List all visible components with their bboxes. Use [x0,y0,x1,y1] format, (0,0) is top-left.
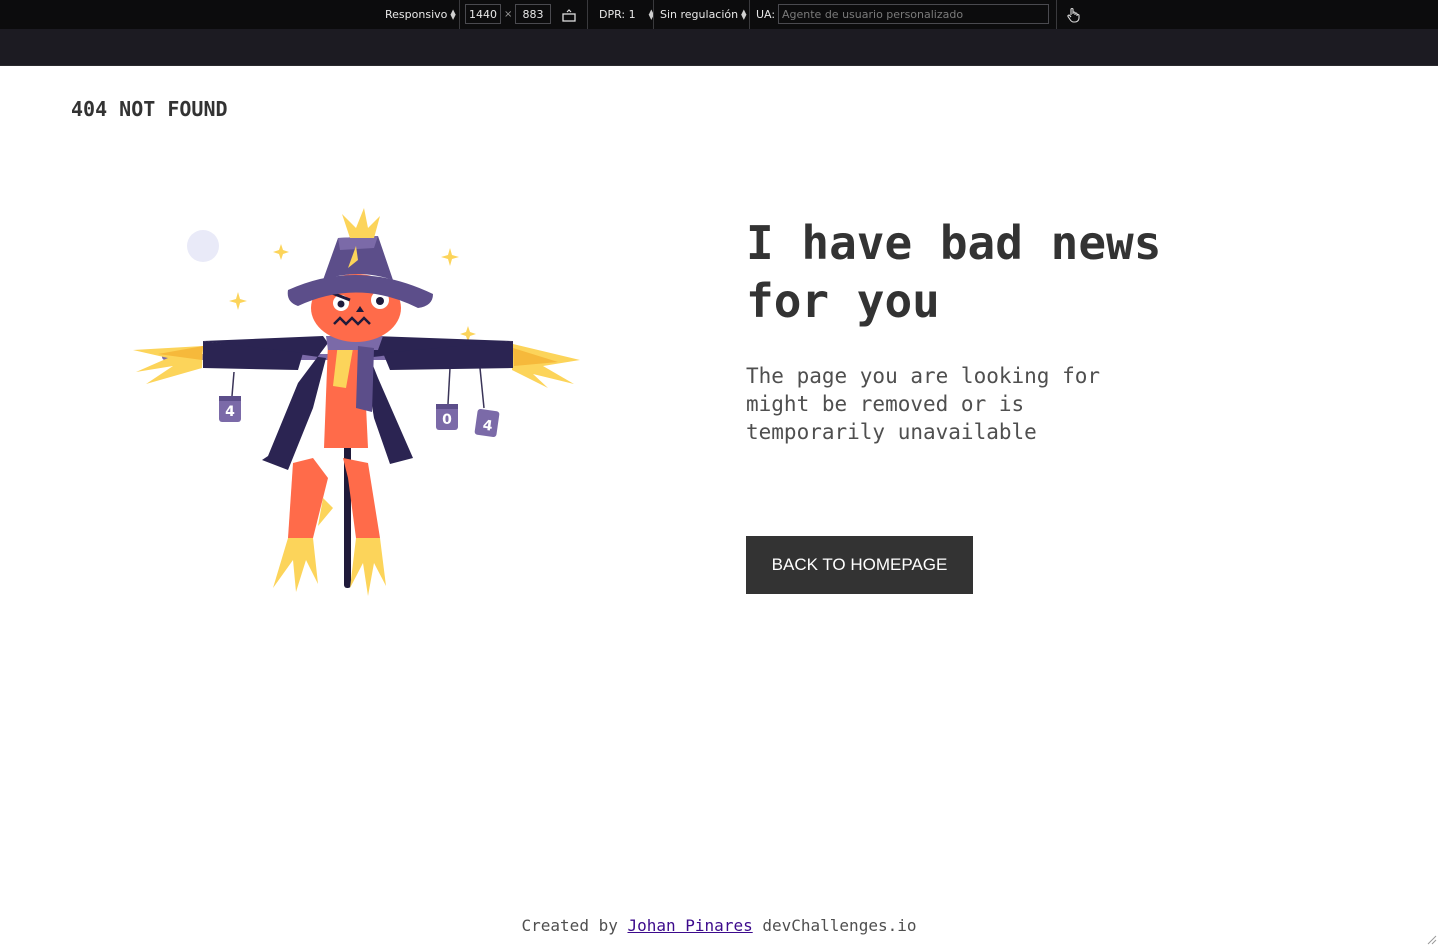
viewport-height-input[interactable]: 883 [515,4,551,24]
ua-label: UA: [756,8,776,21]
rotate-icon[interactable] [561,0,577,29]
device-selector-label: Responsivo [385,8,448,21]
dpr-selector[interactable]: DPR: 1 ▲ ▼ [599,0,654,29]
author-link[interactable]: Johan Pinares [627,916,752,935]
throttling-label: Sin regulación [660,8,739,21]
footer-suffix: devChallenges.io [762,916,917,935]
dimension-separator: × [504,9,513,20]
toolbar-spacer [0,29,1438,66]
can-label: 4 [225,404,235,420]
dpr-label: DPR: 1 [599,8,636,21]
device-selector[interactable]: Responsivo ▲ ▼ [385,0,456,29]
responsive-toolbar: Responsivo ▲ ▼ 1440 × 883 DPR: 1 ▲ ▼ Sin r… [0,0,1438,29]
user-agent-input[interactable]: Agente de usuario personalizado [778,4,1049,24]
scarecrow-illustration: 4 0 4 [133,208,580,596]
page-viewport: 404 NOT FOUND 4 0 4 I have bad news for … [0,66,1438,946]
toolbar-divider [653,0,654,29]
user-agent-placeholder: Agente de usuario personalizado [782,7,964,21]
touch-icon[interactable] [1066,0,1080,29]
resize-grip-icon[interactable] [1427,935,1437,945]
toolbar-divider [749,0,750,29]
toolbar-divider [1056,0,1057,29]
toolbar-divider [459,0,460,29]
footer: Created by Johan Pinares devChallenges.i… [0,916,1438,935]
viewport-width-input[interactable]: 1440 [465,4,501,24]
back-to-homepage-button[interactable]: BACK TO HOMEPAGE [746,536,973,594]
footer-prefix: Created by [521,916,618,935]
error-message: The page you are looking for might be re… [746,364,1101,444]
headline: I have bad news for you [746,216,1162,328]
select-arrows-icon: ▲ ▼ [450,7,456,21]
throttling-selector[interactable]: Sin regulación ▲ ▼ [660,0,747,29]
brand-title: 404 NOT FOUND [71,97,228,121]
can-label: 0 [442,412,452,428]
toolbar-divider [587,0,588,29]
select-arrows-icon: ▲ ▼ [741,7,747,21]
